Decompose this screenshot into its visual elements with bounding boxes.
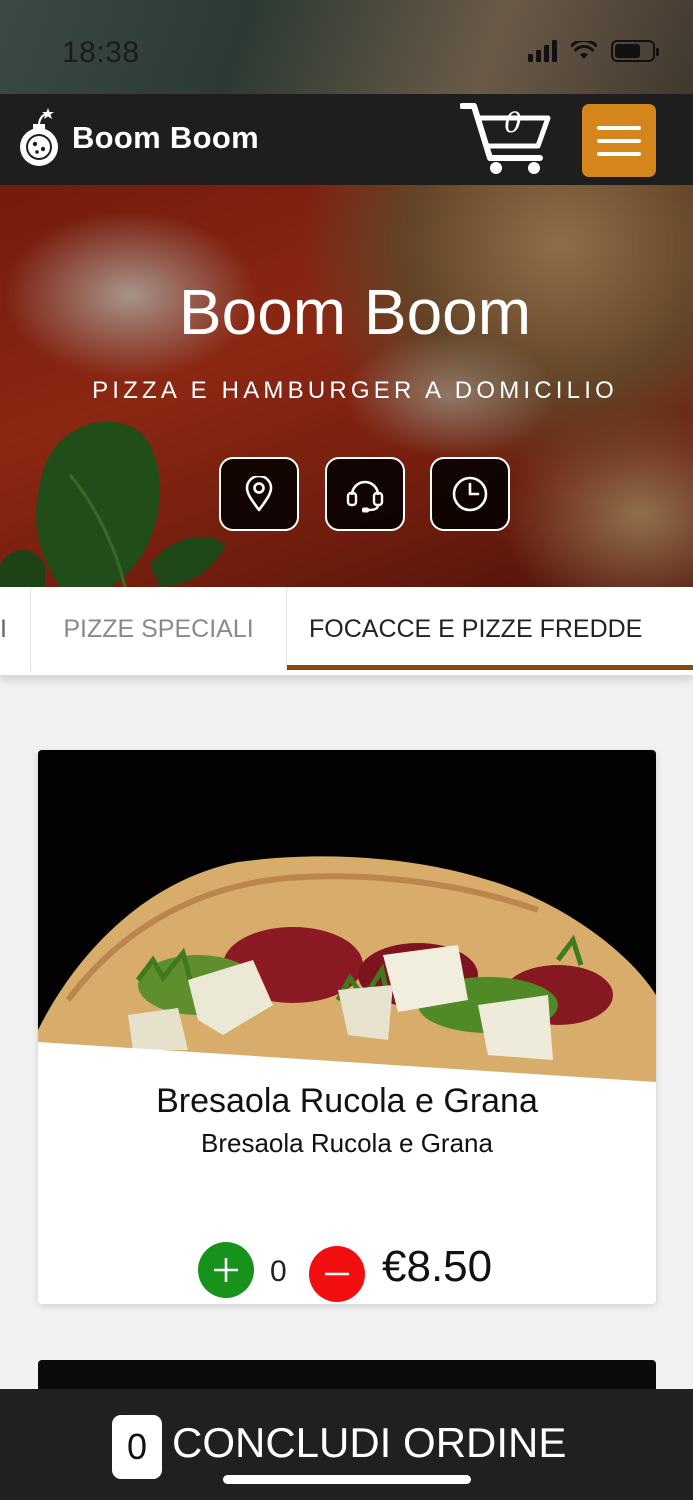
cart-count: 0 [504,106,522,139]
category-tabs: I PIZZE SPECIALI FOCACCE E PIZZE FREDDE [0,587,693,675]
clock-icon [452,476,488,512]
order-item-count: 0 [112,1415,162,1479]
quantity-selector: 0 €8.50 [38,1242,656,1302]
active-tab-indicator [287,665,693,670]
plus-icon [214,1258,238,1282]
location-button[interactable] [219,457,299,531]
product-card: Bresaola Rucola e Grana Bresaola Rucola … [38,750,656,1304]
status-time: 18:38 [62,36,140,69]
opening-hours-button[interactable] [430,457,510,531]
home-indicator[interactable] [223,1475,471,1484]
location-pin-icon [245,476,273,512]
status-icons [528,40,659,62]
hero-banner: Boom Boom PIZZA E HAMBURGER A DOMICILIO [0,185,693,587]
minus-icon [325,1272,349,1276]
tab-focacce-e-pizze-fredde[interactable]: FOCACCE E PIZZE FREDDE [287,587,693,671]
headset-icon [346,480,384,513]
signal-icon [528,40,557,62]
battery-icon [611,40,659,62]
product-name: Bresaola Rucola e Grana [156,1082,538,1120]
bomb-pizza-logo-icon[interactable] [18,106,62,170]
hero-subtitle: PIZZA E HAMBURGER A DOMICILIO [92,377,618,404]
status-bar: 18:38 [0,0,693,94]
product-description: Bresaola Rucola e Grana [201,1128,493,1158]
checkout-button-label[interactable]: CONCLUDI ORDINE [172,1419,566,1467]
checkout-bar[interactable]: 0 CONCLUDI ORDINE [0,1389,693,1500]
product-image[interactable] [38,750,656,1086]
quantity-value: 0 [270,1255,287,1288]
hero-title: Boom Boom [178,276,532,348]
cart-button[interactable]: 0 [459,100,552,176]
tab-previous-category[interactable]: I [0,587,31,671]
hamburger-menu-button[interactable] [582,104,656,177]
increase-quantity-button[interactable] [198,1242,254,1298]
tab-pizze-speciali[interactable]: PIZZE SPECIALI [31,587,287,671]
decrease-quantity-button[interactable] [309,1246,365,1302]
product-price: €8.50 [382,1242,493,1291]
wifi-icon [571,41,597,59]
top-header: Boom Boom 0 [0,94,693,185]
contact-button[interactable] [325,457,405,531]
brand-name[interactable]: Boom Boom [72,120,259,156]
hamburger-menu-icon [597,125,641,130]
